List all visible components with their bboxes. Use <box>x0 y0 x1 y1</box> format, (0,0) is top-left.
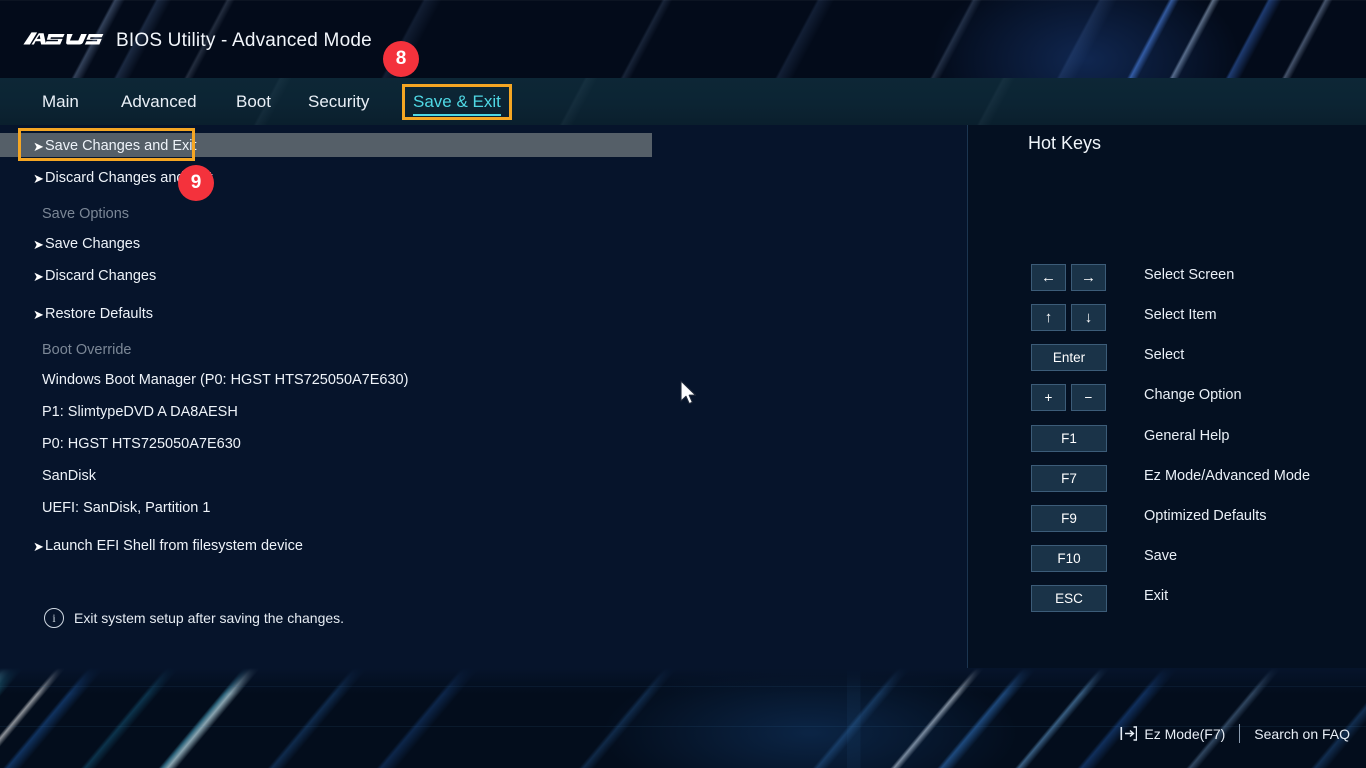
search-on-faq-button[interactable]: Search on FAQ <box>1254 726 1350 742</box>
hotkeys-title: Hot Keys <box>1028 133 1102 153</box>
hotkey-key[interactable]: ESC <box>1031 585 1107 612</box>
hotkey-key[interactable]: → <box>1071 264 1106 291</box>
hotkey-description: Ez Mode/Advanced Mode <box>1144 468 1311 484</box>
chevron-right-icon: ➤ <box>33 170 44 186</box>
menu-item-label: Windows Boot Manager (P0: HGST HTS725050… <box>42 372 409 388</box>
menu-item-p1-slimtypedvd-a-da8aesh[interactable]: P1: SlimtypeDVD A DA8AESH <box>0 401 238 423</box>
menu-item-restore-defaults[interactable]: ➤ Restore Defaults <box>0 303 153 325</box>
tab-label: Advanced <box>121 91 197 111</box>
tab-label: Save & Exit <box>413 91 501 111</box>
menu-item-label: Discard Changes <box>45 268 157 284</box>
hotkey-key[interactable]: F10 <box>1031 545 1107 572</box>
header-glow <box>926 0 1246 78</box>
menu-item-discard-changes[interactable]: ➤ Discard Changes <box>0 265 156 287</box>
chevron-right-icon: ➤ <box>33 538 44 554</box>
mouse-cursor <box>680 380 697 405</box>
main-tabbar: Main Advanced Boot Security Save & Exit <box>0 78 1366 125</box>
ez-mode-button[interactable]: Ez Mode(F7) <box>1120 726 1225 742</box>
tab-save-exit[interactable]: Save & Exit <box>413 78 501 125</box>
exit-to-app-icon <box>1120 726 1138 741</box>
hotkey-description: Select <box>1144 347 1185 363</box>
hotkey-key[interactable]: F1 <box>1031 425 1107 452</box>
menu-item-label: SanDisk <box>42 468 96 484</box>
menu-item-label: Save Changes <box>45 236 141 252</box>
tab-label: Main <box>42 91 79 111</box>
hotkey-description: General Help <box>1144 428 1230 444</box>
tab-security[interactable]: Security <box>308 78 369 125</box>
menu-item-label: UEFI: SanDisk, Partition 1 <box>42 500 211 516</box>
menu-item-save-changes-and-exit[interactable]: ➤ Save Changes and Exit <box>0 135 197 157</box>
tab-label: Security <box>308 91 370 111</box>
menu-item-label: Restore Defaults <box>45 306 153 322</box>
menu-item-sandisk[interactable]: SanDisk <box>0 465 96 487</box>
page-title: BIOS Utility - Advanced Mode <box>116 30 372 51</box>
tab-label: Boot <box>236 91 271 111</box>
chevron-right-icon: ➤ <box>33 306 44 322</box>
info-icon: i <box>44 608 64 628</box>
hotkey-description: Save <box>1144 548 1178 564</box>
chevron-right-icon: ➤ <box>33 138 44 154</box>
content-area <box>0 125 967 668</box>
hotkey-key[interactable]: + <box>1031 384 1066 411</box>
menu-item-label: Launch EFI Shell from filesystem device <box>45 538 303 554</box>
menu-section-boot-override: Boot Override <box>0 339 131 361</box>
menu-item-label: Save Options <box>42 206 130 222</box>
annotation-badge-8: 8 <box>383 41 419 77</box>
header-bar: BIOS Utility - Advanced Mode <box>0 0 1366 78</box>
hotkey-description: Select Item <box>1144 307 1217 323</box>
footer-actions: Ez Mode(F7) Search on FAQ <box>1120 724 1350 743</box>
chevron-right-icon: ➤ <box>33 268 44 284</box>
footer-separator <box>1239 724 1241 743</box>
menu-item-p0-hgst-hts725050a7e630[interactable]: P0: HGST HTS725050A7E630 <box>0 433 241 455</box>
menu-item-launch-efi-shell-from-filesystem-device[interactable]: ➤ Launch EFI Shell from filesystem device <box>0 535 303 557</box>
menu-item-uefi-sandisk-partition-1[interactable]: UEFI: SanDisk, Partition 1 <box>0 497 210 519</box>
bottom-decorative-band <box>0 668 1366 768</box>
hotkey-key[interactable]: F7 <box>1031 465 1107 492</box>
hotkey-description: Change Option <box>1144 387 1242 403</box>
tabbar-sheen <box>0 78 1366 125</box>
hotkey-key[interactable]: ← <box>1031 264 1066 291</box>
hotkey-description: Optimized Defaults <box>1144 508 1267 524</box>
hotkey-key[interactable]: F9 <box>1031 505 1107 532</box>
tab-active-underline <box>413 114 501 116</box>
hotkey-key[interactable]: ↑ <box>1031 304 1066 331</box>
hotkey-key[interactable]: − <box>1071 384 1106 411</box>
menu-item-label: Boot Override <box>42 342 132 358</box>
ez-mode-label: Ez Mode(F7) <box>1144 725 1226 742</box>
menu-item-label: P0: HGST HTS725050A7E630 <box>42 436 241 452</box>
menu-section-save-options: Save Options <box>0 203 129 225</box>
hotkey-description: Exit <box>1144 588 1169 604</box>
tab-main[interactable]: Main <box>42 78 79 125</box>
hotkey-key[interactable]: ↓ <box>1071 304 1106 331</box>
annotation-badge-9: 9 <box>178 165 214 201</box>
bios-screen: BIOS Utility - Advanced Mode Main Advance… <box>0 0 1366 768</box>
help-line: i Exit system setup after saving the cha… <box>44 608 344 628</box>
hotkey-description: Select Screen <box>1144 267 1235 283</box>
bottom-band-fade <box>0 668 1366 694</box>
tab-advanced[interactable]: Advanced <box>121 78 197 125</box>
tab-boot[interactable]: Boot <box>236 78 271 125</box>
hotkeys-panel: Hot Keys ← → Select Screen ↑ ↓ Select Item Ent… <box>967 125 1366 668</box>
hotkey-key[interactable]: Enter <box>1031 344 1107 371</box>
chevron-right-icon: ➤ <box>33 236 44 252</box>
menu-item-label: Save Changes and Exit <box>45 138 197 154</box>
menu-item-windows-boot-manager-p0-hgst-hts725050a7e6[interactable]: Windows Boot Manager (P0: HGST HTS725050… <box>0 369 408 391</box>
menu-item-save-changes[interactable]: ➤ Save Changes <box>0 233 140 255</box>
asus-logo <box>23 32 104 45</box>
menu-item-label: P1: SlimtypeDVD A DA8AESH <box>42 404 238 420</box>
help-text: Exit system setup after saving the chang… <box>74 610 345 626</box>
